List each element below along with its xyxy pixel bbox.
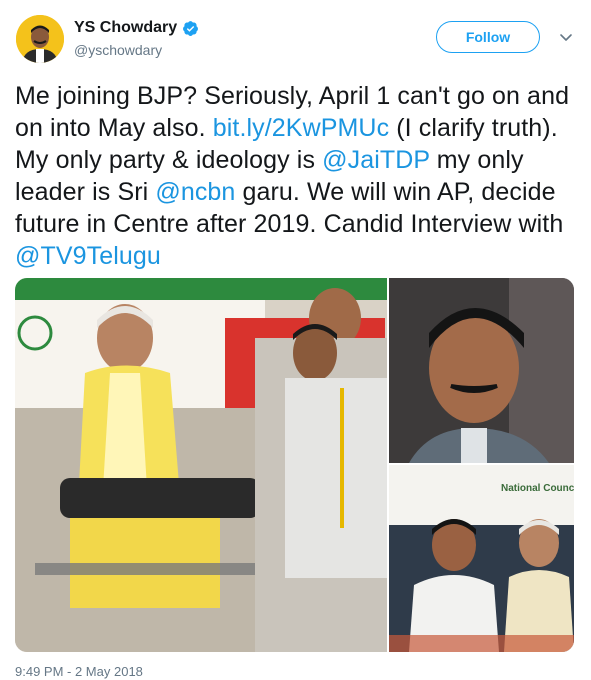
photo-closeup[interactable] <box>389 278 574 463</box>
photo-leaders-seated[interactable] <box>15 278 387 652</box>
avatar-image <box>16 15 64 63</box>
tweet-text: Me joining BJP? Seriously, April 1 can't… <box>15 80 580 272</box>
verified-badge-icon <box>183 20 199 36</box>
follow-button[interactable]: Follow <box>436 21 540 53</box>
user-handle[interactable]: @yschowdary <box>74 42 162 58</box>
tweet-link[interactable]: @ncbn <box>155 178 235 206</box>
event-banner-text: National Council for <box>501 483 574 494</box>
tweet-link[interactable]: @JaiTDP <box>322 146 430 174</box>
photo-event[interactable]: National Council for <box>389 465 574 652</box>
tweet-media[interactable]: National Council for <box>15 278 574 652</box>
user-name-row: YS Chowdary <box>74 19 199 37</box>
tweet-link[interactable]: bit.ly/2KwPMUc <box>213 114 389 142</box>
tweet-link[interactable]: @TV9Telugu <box>15 242 161 270</box>
display-name[interactable]: YS Chowdary <box>74 19 177 37</box>
avatar[interactable] <box>16 15 64 63</box>
chevron-down-icon[interactable] <box>558 29 574 45</box>
tweet-timestamp[interactable]: 9:49 PM - 2 May 2018 <box>15 664 143 679</box>
